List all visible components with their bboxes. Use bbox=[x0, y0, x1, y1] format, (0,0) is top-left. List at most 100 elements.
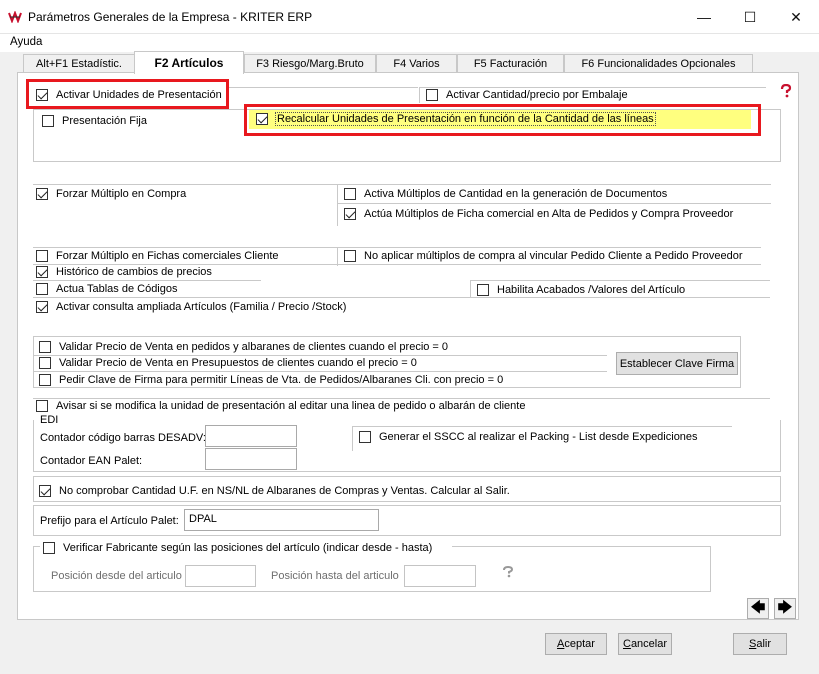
checkbox-box[interactable] bbox=[36, 301, 48, 313]
checkbox-box[interactable] bbox=[36, 400, 48, 412]
no-comprobar-checkbox[interactable]: No comprobar Cantidad U.F. en NS/NL de A… bbox=[39, 485, 510, 497]
validar-presupuestos-checkbox[interactable]: Validar Precio de Venta en Presupuestos … bbox=[39, 357, 417, 369]
accel-key: C bbox=[622, 638, 631, 650]
menu-item-ayuda[interactable]: Ayuda bbox=[10, 36, 42, 48]
actua-multiplos-checkbox[interactable]: Actúa Múltiplos de Ficha comercial en Al… bbox=[344, 208, 733, 220]
prefijo-input[interactable]: DPAL bbox=[184, 509, 379, 531]
validar-pedidos-checkbox[interactable]: Validar Precio de Venta en pedidos y alb… bbox=[39, 341, 448, 353]
activa-multiplos-checkbox[interactable]: Activa Múltiplos de Cantidad en la gener… bbox=[344, 188, 667, 200]
tab-articulos[interactable]: F2 Artículos bbox=[134, 51, 244, 74]
prefijo-label: Prefijo para el Artículo Palet: bbox=[40, 515, 179, 527]
tab-riesgo[interactable]: F3 Riesgo/Marg.Bruto bbox=[244, 54, 376, 73]
checkbox-box[interactable] bbox=[36, 250, 48, 262]
menu-bar bbox=[0, 34, 819, 52]
checkbox-box[interactable] bbox=[344, 208, 356, 220]
checkbox-label: Generar el SSCC al realizar el Packing -… bbox=[379, 431, 698, 443]
checkbox-label: Validar Precio de Venta en Presupuestos … bbox=[59, 357, 417, 369]
arrow-left-icon: 🡄 bbox=[750, 598, 766, 615]
checkbox-box[interactable] bbox=[39, 341, 51, 353]
divider bbox=[452, 546, 711, 547]
actua-tablas-checkbox[interactable]: Actua Tablas de Códigos bbox=[36, 283, 178, 295]
consulta-ampliada-checkbox[interactable]: Activar consulta ampliada Artículos (Fam… bbox=[36, 301, 346, 313]
divider bbox=[352, 426, 353, 451]
divider bbox=[337, 247, 761, 248]
historico-precios-checkbox[interactable]: Histórico de cambios de precios bbox=[36, 266, 212, 278]
checkbox-box[interactable] bbox=[344, 250, 356, 262]
checkbox-box[interactable] bbox=[359, 431, 371, 443]
activar-cantidad-precio-checkbox[interactable]: Activar Cantidad/precio por Embalaje bbox=[426, 89, 628, 101]
checkbox-label: Validar Precio de Venta en pedidos y alb… bbox=[59, 341, 449, 353]
checkbox-label: Forzar Múltiplo en Fichas comerciales Cl… bbox=[56, 250, 279, 262]
divider bbox=[33, 546, 40, 547]
button-label: ancelar bbox=[630, 638, 668, 650]
tab-funcionalidades[interactable]: F6 Funcionalidades Opcionales bbox=[564, 54, 753, 73]
posicion-desde-input[interactable] bbox=[185, 565, 256, 587]
divider bbox=[33, 247, 337, 248]
checkbox-label: No comprobar Cantidad U.F. en NS/NL de A… bbox=[59, 485, 510, 497]
divider bbox=[337, 184, 338, 226]
checkbox-label: Pedir Clave de Firma para permitir Línea… bbox=[59, 374, 504, 386]
checkbox-box[interactable] bbox=[426, 89, 438, 101]
no-aplicar-multiplos-checkbox[interactable]: No aplicar múltiplos de compra al vincul… bbox=[344, 250, 742, 262]
tab-estadistic[interactable]: Alt+F1 Estadístic. bbox=[23, 54, 135, 73]
checkbox-label: Verificar Fabricante según las posicione… bbox=[63, 542, 433, 554]
posicion-hasta-input[interactable] bbox=[404, 565, 476, 587]
accel-key: A bbox=[557, 638, 565, 650]
checkbox-box[interactable] bbox=[477, 284, 489, 296]
prev-arrow-button[interactable]: 🡄 bbox=[747, 598, 769, 619]
divider bbox=[33, 264, 761, 265]
contador-desadv-label: Contador código barras DESADV: bbox=[40, 432, 206, 444]
button-label: alir bbox=[756, 638, 771, 650]
divider bbox=[419, 87, 420, 103]
establecer-clave-firma-button[interactable]: Establecer Clave Firma bbox=[616, 352, 738, 375]
recalcular-checkbox[interactable]: Recalcular Unidades de Presentación en f… bbox=[256, 112, 656, 126]
checkbox-label: Activa Múltiplos de Cantidad en la gener… bbox=[364, 188, 668, 200]
checkbox-box[interactable] bbox=[256, 113, 268, 125]
checkbox-box[interactable] bbox=[36, 266, 48, 278]
divider bbox=[33, 355, 607, 356]
checkbox-label: Actua Tablas de Códigos bbox=[56, 283, 178, 295]
contador-ean-input[interactable] bbox=[205, 448, 297, 470]
checkbox-box[interactable] bbox=[36, 89, 48, 101]
presentacion-fija-checkbox[interactable]: Presentación Fija bbox=[42, 115, 147, 127]
checkbox-label: Recalcular Unidades de Presentación en f… bbox=[275, 112, 656, 126]
maximize-button[interactable]: ☐ bbox=[727, 0, 773, 34]
checkbox-label: Presentación Fija bbox=[62, 115, 147, 127]
salir-button[interactable]: Salir bbox=[733, 633, 787, 655]
forzar-multiplo-fichas-checkbox[interactable]: Forzar Múltiplo en Fichas comerciales Cl… bbox=[36, 250, 279, 262]
checkbox-box[interactable] bbox=[39, 485, 51, 497]
checkbox-box[interactable] bbox=[39, 357, 51, 369]
checkbox-box[interactable] bbox=[36, 188, 48, 200]
close-button[interactable]: ✕ bbox=[773, 0, 819, 34]
contador-ean-label: Contador EAN Palet: bbox=[40, 455, 143, 467]
tab-varios[interactable]: F4 Varios bbox=[376, 54, 457, 73]
posicion-hasta-label: Posición hasta del articulo bbox=[271, 570, 399, 582]
habilita-acabados-checkbox[interactable]: Habilita Acabados /Valores del Artículo bbox=[477, 284, 685, 296]
forzar-multiplo-compra-checkbox[interactable]: Forzar Múltiplo en Compra bbox=[36, 188, 186, 200]
cancelar-button[interactable]: Cancelar bbox=[618, 633, 672, 655]
generar-sscc-checkbox[interactable]: Generar el SSCC al realizar el Packing -… bbox=[359, 431, 698, 443]
pedir-clave-checkbox[interactable]: Pedir Clave de Firma para permitir Línea… bbox=[39, 374, 503, 386]
divider bbox=[229, 87, 418, 88]
verificar-fabricante-checkbox[interactable]: Verificar Fabricante según las posicione… bbox=[43, 542, 436, 554]
checkbox-box[interactable] bbox=[43, 542, 55, 554]
contador-desadv-input[interactable] bbox=[205, 425, 297, 447]
checkbox-box[interactable] bbox=[39, 374, 51, 386]
minimize-button[interactable]: — bbox=[681, 0, 727, 34]
activar-unidades-checkbox[interactable]: Activar Unidades de Presentación bbox=[36, 89, 222, 101]
checkbox-box[interactable] bbox=[36, 283, 48, 295]
edi-group bbox=[33, 420, 781, 472]
divider bbox=[337, 184, 771, 185]
help-question-icon[interactable] bbox=[779, 84, 793, 98]
checkbox-label: Forzar Múltiplo en Compra bbox=[56, 188, 187, 200]
checkbox-box[interactable] bbox=[42, 115, 54, 127]
tab-facturacion[interactable]: F5 Facturación bbox=[457, 54, 564, 73]
avisar-unidad-checkbox[interactable]: Avisar si se modifica la unidad de prese… bbox=[36, 400, 525, 412]
next-arrow-button[interactable]: 🡆 bbox=[774, 598, 796, 619]
checkbox-box[interactable] bbox=[344, 188, 356, 200]
aceptar-button[interactable]: Aceptar bbox=[545, 633, 607, 655]
checkbox-label: Activar Cantidad/precio por Embalaje bbox=[446, 89, 628, 101]
checkbox-label: Habilita Acabados /Valores del Artículo bbox=[497, 284, 686, 296]
checkbox-label: Activar Unidades de Presentación bbox=[56, 89, 222, 101]
divider bbox=[470, 280, 770, 281]
